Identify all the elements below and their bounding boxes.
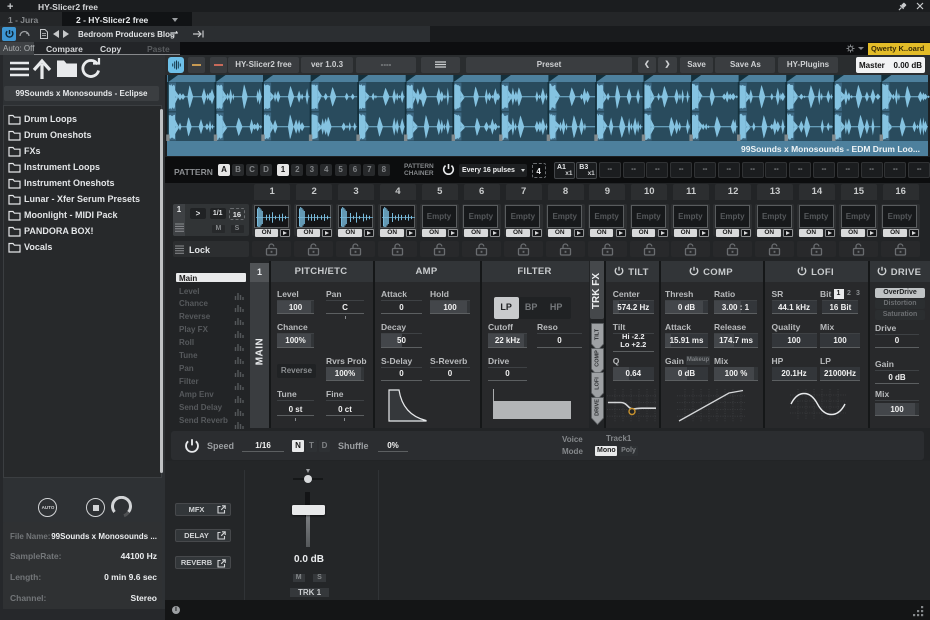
- svg-text:99Sounds x Monosounds - EDM Dr: 99Sounds x Monosounds - EDM Drum Loo...: [741, 144, 920, 154]
